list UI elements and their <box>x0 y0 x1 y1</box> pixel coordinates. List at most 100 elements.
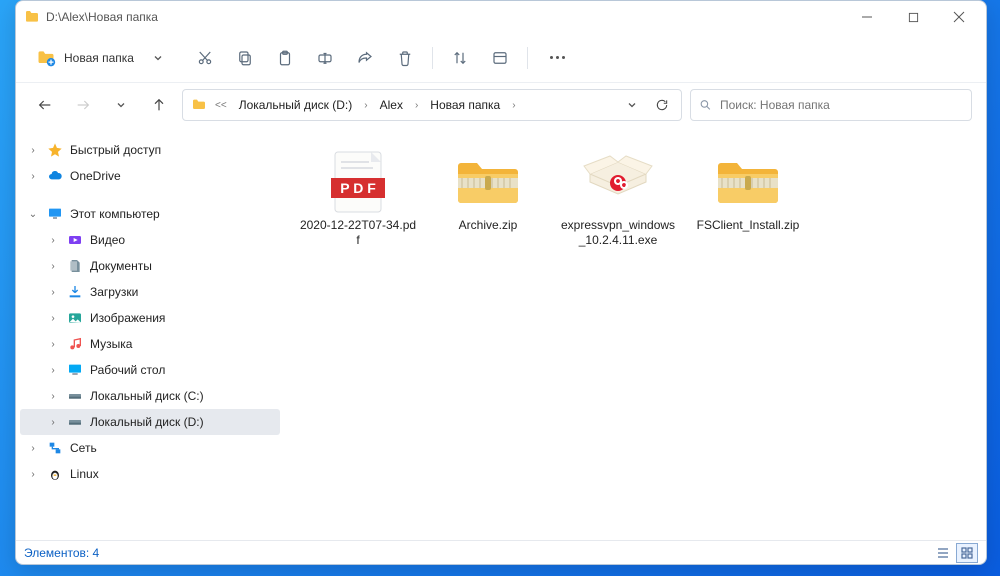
sidebar-item-label: Музыка <box>90 337 132 351</box>
new-dropdown-button[interactable] <box>146 44 170 72</box>
sidebar-item-onedrive[interactable]: › OneDrive <box>20 163 280 189</box>
chevron-right-icon[interactable]: › <box>46 287 60 298</box>
paste-button[interactable] <box>266 40 304 76</box>
sort-button[interactable] <box>441 40 479 76</box>
chevron-right-icon[interactable]: › <box>26 171 40 182</box>
music-icon <box>66 335 84 353</box>
file-item[interactable]: Archive.zip <box>424 141 552 269</box>
linux-icon <box>46 465 64 483</box>
address-row: << Локальный диск (D:) › Alex › Новая па… <box>16 83 986 127</box>
breadcrumb-root[interactable]: Локальный диск (D:) <box>235 96 357 114</box>
desktop-icon <box>66 361 84 379</box>
file-name: Archive.zip <box>459 218 518 233</box>
zip-icon <box>448 150 528 214</box>
file-name: expressvpn_windows_10.2.4.11.exe <box>559 218 677 248</box>
new-folder-button[interactable]: Новая папка <box>32 44 144 72</box>
exe-icon <box>578 150 658 214</box>
breadcrumb-chevron[interactable]: << <box>211 100 231 111</box>
folder-icon <box>24 9 40 25</box>
sidebar-item-music[interactable]: › Музыка <box>20 331 280 357</box>
refresh-button[interactable] <box>649 92 675 118</box>
pdf-icon: P D F <box>318 150 398 214</box>
sidebar-item-label: Локальный диск (D:) <box>90 415 204 429</box>
sidebar-item-label: Документы <box>90 259 152 273</box>
sidebar-item-label: Изображения <box>90 311 165 325</box>
nav-up-button[interactable] <box>144 90 174 120</box>
status-bar: Элементов: 4 <box>16 540 986 564</box>
breadcrumb-chevron[interactable]: › <box>411 100 422 111</box>
file-name: FSClient_Install.zip <box>697 218 800 233</box>
chevron-down-icon[interactable]: ⌄ <box>26 209 40 220</box>
chevron-right-icon[interactable]: › <box>46 261 60 272</box>
nav-history-button[interactable] <box>106 90 136 120</box>
svg-text:P D F: P D F <box>340 180 376 196</box>
nav-back-button[interactable] <box>30 90 60 120</box>
sidebar-item-label: Быстрый доступ <box>70 143 161 157</box>
cut-button[interactable] <box>186 40 224 76</box>
minimize-button[interactable] <box>844 2 890 32</box>
sidebar-item-desktop[interactable]: › Рабочий стол <box>20 357 280 383</box>
sidebar-item-linux[interactable]: › Linux <box>20 461 280 487</box>
toolbar-separator <box>432 47 433 69</box>
maximize-button[interactable] <box>890 2 936 32</box>
downloads-icon <box>66 283 84 301</box>
view-icons-button[interactable] <box>956 543 978 563</box>
sidebar-item-drive-c[interactable]: › Локальный диск (C:) <box>20 383 280 409</box>
chevron-right-icon[interactable]: › <box>46 417 60 428</box>
file-item[interactable]: FSClient_Install.zip <box>684 141 812 269</box>
search-icon <box>699 98 712 112</box>
sidebar-item-label: Загрузки <box>90 285 138 299</box>
sidebar-item-quick-access[interactable]: › Быстрый доступ <box>20 137 280 163</box>
sidebar: › Быстрый доступ › OneDrive ⌄ Этот компь… <box>16 127 284 540</box>
chevron-right-icon[interactable]: › <box>26 145 40 156</box>
sidebar-item-network[interactable]: › Сеть <box>20 435 280 461</box>
breadcrumb-leaf[interactable]: Новая папка <box>426 96 504 114</box>
sidebar-item-pictures[interactable]: › Изображения <box>20 305 280 331</box>
view-button[interactable] <box>481 40 519 76</box>
drive-icon <box>66 413 84 431</box>
monitor-icon <box>46 205 64 223</box>
search-box[interactable] <box>690 89 972 121</box>
sidebar-item-this-pc[interactable]: ⌄ Этот компьютер <box>20 201 280 227</box>
chevron-right-icon[interactable]: › <box>46 313 60 324</box>
rename-button[interactable] <box>306 40 344 76</box>
chevron-right-icon[interactable]: › <box>26 443 40 454</box>
chevron-right-icon[interactable]: › <box>46 365 60 376</box>
explorer-window: D:\Alex\Новая папка Новая папка <box>15 0 987 565</box>
sidebar-item-label: Этот компьютер <box>70 207 160 221</box>
titlebar: D:\Alex\Новая папка <box>16 1 986 33</box>
view-details-button[interactable] <box>932 543 954 563</box>
star-icon <box>46 141 64 159</box>
chevron-right-icon[interactable]: › <box>46 391 60 402</box>
zip-icon <box>708 150 788 214</box>
more-button[interactable] <box>536 40 574 76</box>
window-title: D:\Alex\Новая папка <box>46 10 844 24</box>
sidebar-item-downloads[interactable]: › Загрузки <box>20 279 280 305</box>
file-list[interactable]: P D F 2020-12-22T07-34.pdf <box>284 127 986 540</box>
file-item[interactable]: P D F 2020-12-22T07-34.pdf <box>294 141 422 269</box>
chevron-right-icon[interactable]: › <box>46 235 60 246</box>
drive-icon <box>66 387 84 405</box>
sidebar-item-label: Linux <box>70 467 99 481</box>
delete-button[interactable] <box>386 40 424 76</box>
share-button[interactable] <box>346 40 384 76</box>
search-input[interactable] <box>718 97 963 113</box>
chevron-right-icon[interactable]: › <box>46 339 60 350</box>
sidebar-item-documents[interactable]: › Документы <box>20 253 280 279</box>
sidebar-item-drive-d[interactable]: › Локальный диск (D:) <box>20 409 280 435</box>
file-name: 2020-12-22T07-34.pdf <box>299 218 417 248</box>
sidebar-item-label: Сеть <box>70 441 97 455</box>
sidebar-item-videos[interactable]: › Видео <box>20 227 280 253</box>
address-dropdown-button[interactable] <box>619 92 645 118</box>
address-bar[interactable]: << Локальный диск (D:) › Alex › Новая па… <box>182 89 682 121</box>
breadcrumb-chevron[interactable]: › <box>508 100 519 111</box>
new-folder-label: Новая папка <box>64 51 134 65</box>
close-button[interactable] <box>936 2 982 32</box>
copy-button[interactable] <box>226 40 264 76</box>
file-item[interactable]: expressvpn_windows_10.2.4.11.exe <box>554 141 682 269</box>
breadcrumb-mid[interactable]: Alex <box>376 96 407 114</box>
sidebar-item-label: Локальный диск (C:) <box>90 389 204 403</box>
nav-forward-button[interactable] <box>68 90 98 120</box>
chevron-right-icon[interactable]: › <box>26 469 40 480</box>
breadcrumb-chevron[interactable]: › <box>360 100 371 111</box>
